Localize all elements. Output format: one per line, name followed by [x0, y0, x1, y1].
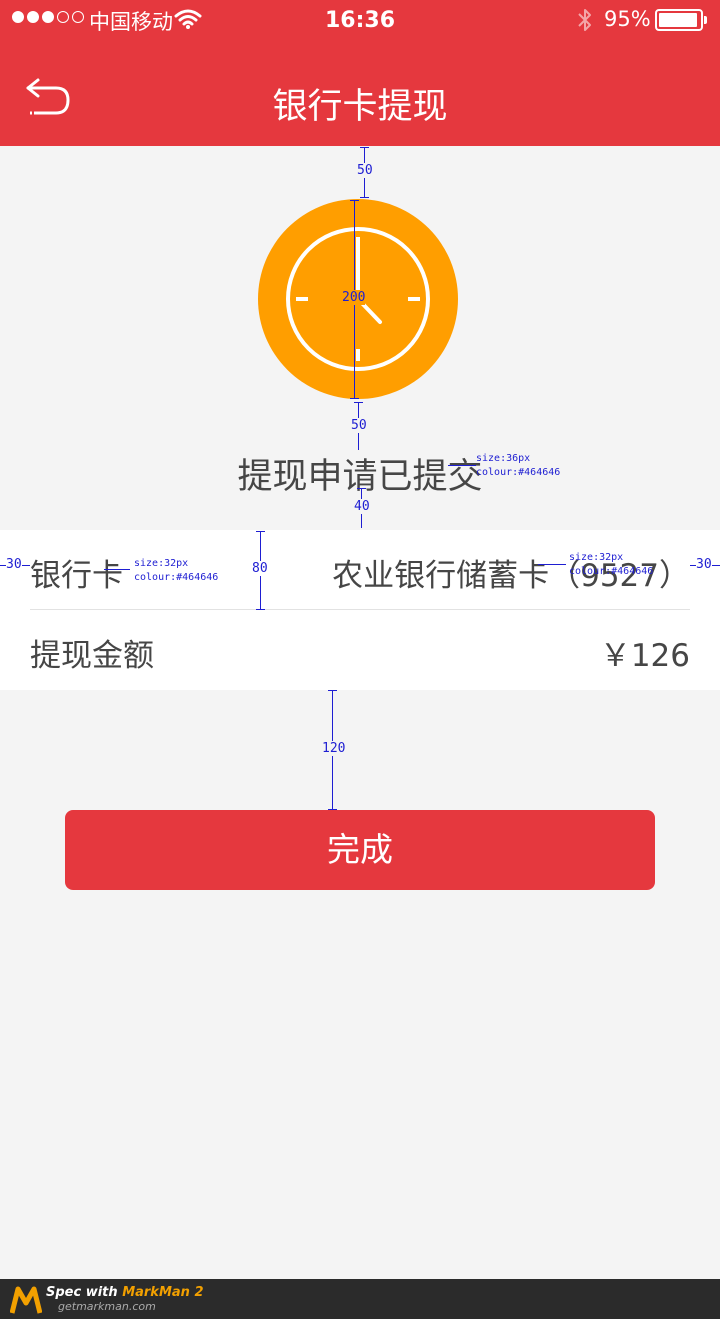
dimension-cap [328, 809, 337, 810]
bluetooth-icon [578, 9, 591, 31]
brand-name: MarkMan 2 [122, 1285, 204, 1300]
battery-percent: 95% [604, 7, 651, 31]
dimension-cap [360, 197, 369, 198]
note-leader [538, 564, 566, 565]
bank-card-label: 银行卡 [30, 558, 123, 594]
dimension-cap [256, 609, 265, 610]
label-font-note: size:32px colour:#464646 [134, 558, 219, 583]
status-bar: 中国移动 16:36 95% [0, 0, 720, 40]
detail-row-amount: 提现金额 ￥126 [30, 610, 690, 690]
amount-label: 提现金额 [30, 638, 154, 674]
dimension-top-gap: 50 [357, 163, 373, 178]
value-font-note: size:32px colour:#464646 [569, 552, 654, 577]
dimension-cap [357, 488, 366, 489]
dimension-row-height: 80 [252, 561, 268, 576]
dimension-icon-gap: 50 [351, 418, 367, 433]
dimension-cap [350, 398, 359, 399]
dimension-cap [360, 147, 369, 148]
done-button[interactable]: 完成 [65, 810, 655, 890]
dimension-right-padding: 30 [696, 557, 712, 572]
header: 中国移动 16:36 95% 银行卡提现 [0, 0, 720, 146]
dimension-icon-size: 200 [342, 290, 366, 305]
dimension-cap [328, 690, 337, 691]
dimension-button-gap: 120 [322, 741, 346, 756]
battery-fill [659, 13, 697, 27]
battery-tip [704, 16, 707, 24]
amount-value: ￥126 [599, 638, 690, 674]
dimension-cap [256, 531, 265, 532]
page-title: 银行卡提现 [272, 87, 448, 127]
markman-logo-icon [10, 1286, 42, 1314]
submit-status-message: 提现申请已提交 [237, 457, 483, 497]
dimension-left-padding: 30 [6, 557, 22, 572]
title-font-note: size:36px colour:#464646 [476, 453, 561, 478]
dimension-cap [350, 200, 359, 201]
note-leader [448, 465, 476, 466]
markman-footer: Spec with MarkMan 2 getmarkman.com [0, 1279, 720, 1319]
site-url: getmarkman.com [58, 1300, 156, 1313]
dimension-text-gap: 40 [354, 499, 370, 514]
battery-icon [655, 9, 703, 31]
brand-text: Spec with MarkMan 2 [46, 1285, 204, 1300]
brand-prefix: Spec with [46, 1285, 123, 1300]
dimension-cap [354, 402, 363, 403]
note-leader [104, 569, 130, 570]
